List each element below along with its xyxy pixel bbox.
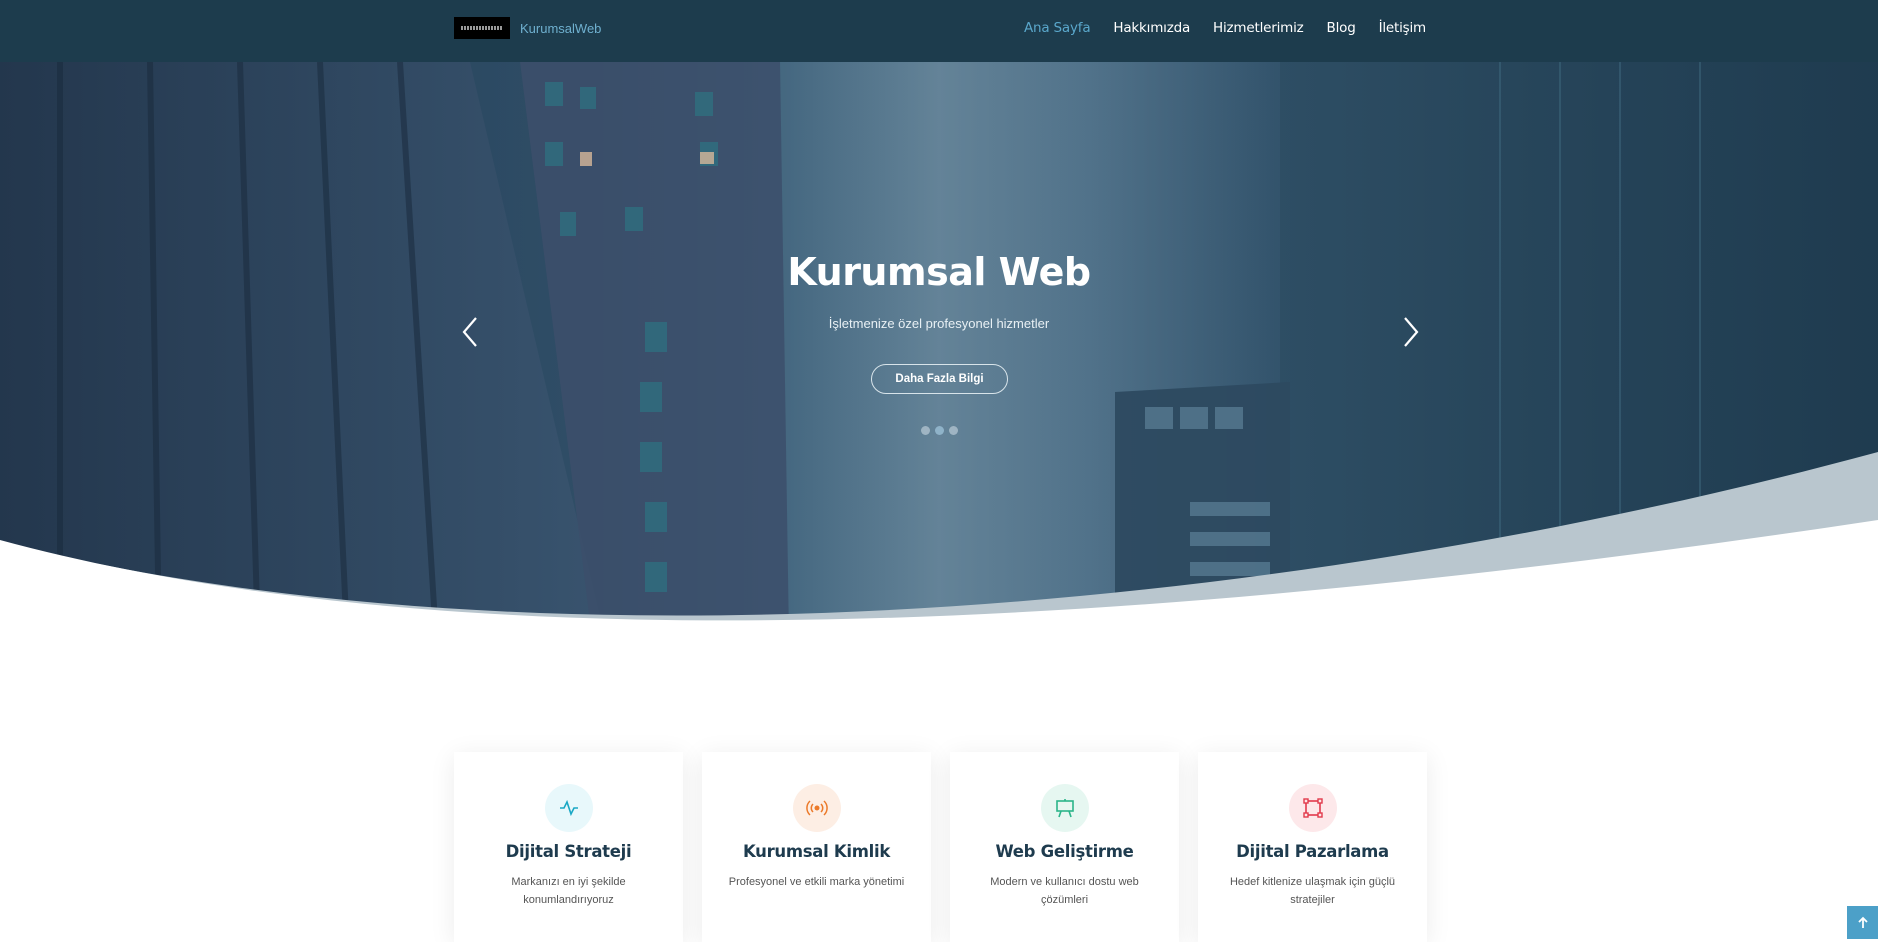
nav-item-home[interactable]: Ana Sayfa	[1024, 20, 1091, 36]
card-title: Dijital Strateji	[505, 842, 632, 861]
hero-carousel: Kurumsal Web İşletmenize özel profesyone…	[0, 62, 1878, 702]
service-card-web-development[interactable]: Web Geliştirme Modern ve kullanıcı dostu…	[950, 752, 1179, 942]
service-card-digital-strategy[interactable]: Dijital Strateji Markanızı en iyi şekild…	[454, 752, 683, 942]
card-title: Web Geliştirme	[995, 842, 1134, 861]
header-inner: KurumsalWeb Ana Sayfa Hakkımızda Hizmetl…	[454, 0, 1426, 56]
hero-subtitle: İşletmenize özel profesyonel hizmetler	[828, 316, 1050, 331]
carousel-indicators	[921, 426, 958, 435]
chevron-right-icon	[1404, 317, 1419, 347]
hero-title: Kurumsal Web	[787, 250, 1091, 294]
carousel-dot-3[interactable]	[949, 426, 958, 435]
main-nav: Ana Sayfa Hakkımızda Hizmetlerimiz Blog …	[1024, 20, 1426, 36]
site-header: KurumsalWeb Ana Sayfa Hakkımızda Hizmetl…	[0, 0, 1878, 62]
chevron-left-icon	[462, 317, 477, 347]
card-description: Markanızı en iyi şekilde konumlandırıyor…	[511, 876, 626, 906]
bounding-box-icon	[1288, 784, 1337, 832]
services-cards: Dijital Strateji Markanızı en iyi şekild…	[454, 752, 1427, 942]
logo-text: KurumsalWeb	[520, 20, 602, 36]
nav-item-services[interactable]: Hizmetlerimiz	[1213, 20, 1304, 36]
logo-image	[454, 17, 510, 39]
card-title: Kurumsal Kimlik	[742, 842, 891, 861]
carousel-prev-button[interactable]	[456, 312, 486, 352]
card-description: Profesyonel ve etkili marka yönetimi	[728, 876, 905, 888]
arrow-up-icon	[1857, 916, 1868, 928]
nav-item-blog[interactable]: Blog	[1327, 20, 1356, 36]
card-description: Modern ve kullanıcı dostu web çözümleri	[990, 876, 1139, 906]
broadcast-icon	[792, 784, 841, 832]
nav-item-about[interactable]: Hakkımızda	[1113, 20, 1190, 36]
service-card-corporate-identity[interactable]: Kurumsal Kimlik Profesyonel ve etkili ma…	[702, 752, 931, 942]
carousel-dot-1[interactable]	[921, 426, 930, 435]
more-info-button[interactable]: Daha Fazla Bilgi	[871, 364, 1008, 394]
service-card-digital-marketing[interactable]: Dijital Pazarlama Hedef kitlenize ulaşma…	[1198, 752, 1427, 942]
card-title: Dijital Pazarlama	[1236, 842, 1389, 861]
carousel-next-button[interactable]	[1395, 312, 1425, 352]
carousel-dot-2[interactable]	[935, 426, 944, 435]
nav-item-contact[interactable]: İletişim	[1379, 20, 1427, 36]
logo-link[interactable]: KurumsalWeb	[454, 17, 601, 39]
activity-icon	[544, 784, 593, 832]
easel-icon	[1040, 784, 1089, 832]
card-description: Hedef kitlenize ulaşmak için güçlü strat…	[1229, 876, 1396, 906]
back-to-top-button[interactable]	[1847, 906, 1878, 939]
